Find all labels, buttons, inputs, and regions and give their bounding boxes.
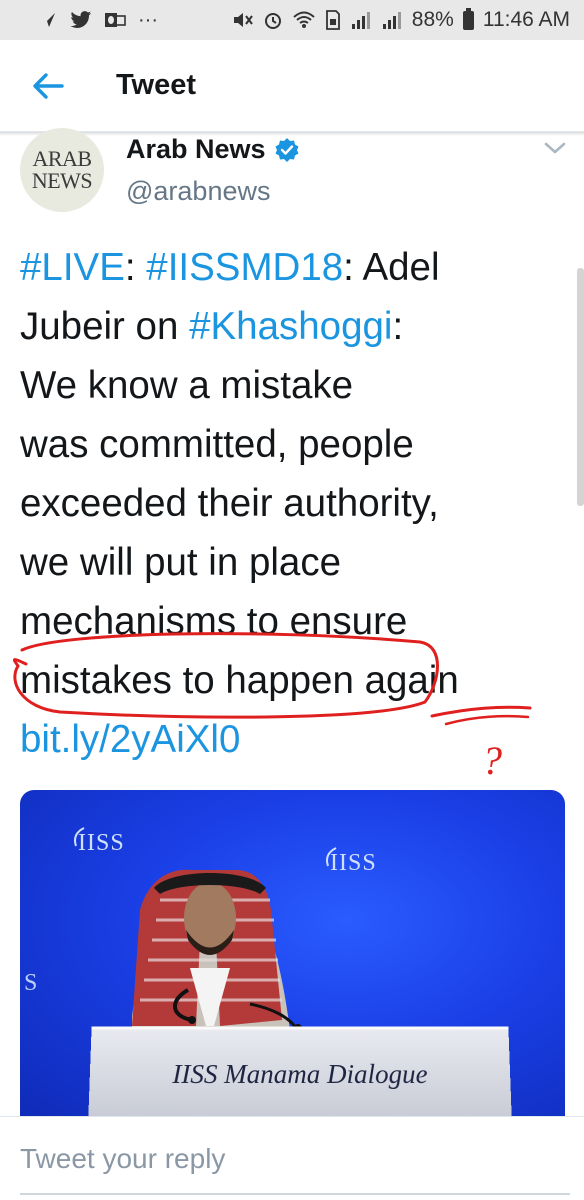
author-name-row[interactable]: Arab News [126, 134, 300, 165]
tweet-line-3: We know a mistake [20, 364, 354, 407]
hashtag-khashoggi-link[interactable]: #Khashoggi [189, 305, 392, 348]
mute-icon [233, 13, 253, 27]
tweet-line-6: we will put in place [20, 541, 341, 584]
tweet-line-7: mechanisms to ensure [20, 600, 408, 643]
status-bar: ··· 88% 11:46 AM [0, 0, 584, 40]
verified-badge-icon [275, 137, 299, 162]
tweet-media-image[interactable]: IISS IISS S S IISS Manama Dialogue [20, 790, 565, 1116]
podium-text: IISS Manama Dialogue [172, 1059, 428, 1089]
tweet-line-8: mistakes to happen again [20, 659, 459, 702]
podium: IISS Manama Dialogue [88, 1026, 512, 1116]
status-left-icons: ··· [38, 10, 158, 30]
tweet-text-segment: Jubeir on [20, 305, 190, 348]
page-title: Tweet [116, 69, 197, 101]
back-button[interactable] [0, 40, 96, 132]
outlook-icon [105, 13, 126, 27]
avatar-text-line2: NEWS [31, 168, 93, 193]
reply-input[interactable] [20, 1143, 570, 1175]
reply-underline [20, 1193, 570, 1195]
author-name: Arab News [126, 134, 266, 164]
signal-icon-1 [351, 12, 370, 29]
alarm-icon [264, 13, 281, 29]
hashtag-live-link[interactable]: #LIVE [20, 246, 125, 289]
tweet-line-2: Jubeir on #Khashoggi: [20, 297, 570, 356]
tweet-text-segment: : Adel [343, 246, 440, 289]
author-handle[interactable]: @arabnews [126, 176, 270, 207]
tweet-line-1: #LIVE: #IISSMD18: Adel [20, 238, 570, 297]
reply-bar [0, 1116, 584, 1200]
battery-percent: 88% [411, 8, 454, 31]
more-dots-icon: ··· [138, 9, 158, 31]
signal-icon-2 [382, 12, 401, 29]
tweet-line-4: was committed, people [20, 423, 414, 466]
sim-icon [325, 10, 340, 30]
hashtag-iissmd18-link[interactable]: #IISSMD18 [146, 246, 343, 289]
avatar[interactable]: ARAB NEWS [20, 128, 104, 212]
back-arrow-icon [33, 72, 64, 99]
tweet-text-segment: : [124, 246, 147, 289]
tweet-line-5: exceeded their authority, [20, 482, 439, 525]
battery-icon [462, 7, 474, 30]
status-right-icons: 88% 11:46 AM [232, 7, 570, 32]
tweet-short-link[interactable]: bit.ly/2yAiXl0 [20, 710, 570, 769]
navigation-icon [41, 13, 55, 27]
tweet-text: #LIVE: #IISSMD18: Adel Jubeir on #Khasho… [20, 238, 570, 769]
clock: 11:46 AM [482, 8, 570, 31]
tweet-text-segment: : [392, 305, 404, 348]
scrollbar[interactable] [577, 268, 584, 506]
wifi-icon [293, 11, 315, 28]
app-header: Tweet [0, 40, 584, 132]
chevron-down-icon[interactable] [542, 138, 568, 158]
avatar-text-line1: ARAB [32, 146, 92, 171]
twitter-icon [70, 11, 92, 28]
